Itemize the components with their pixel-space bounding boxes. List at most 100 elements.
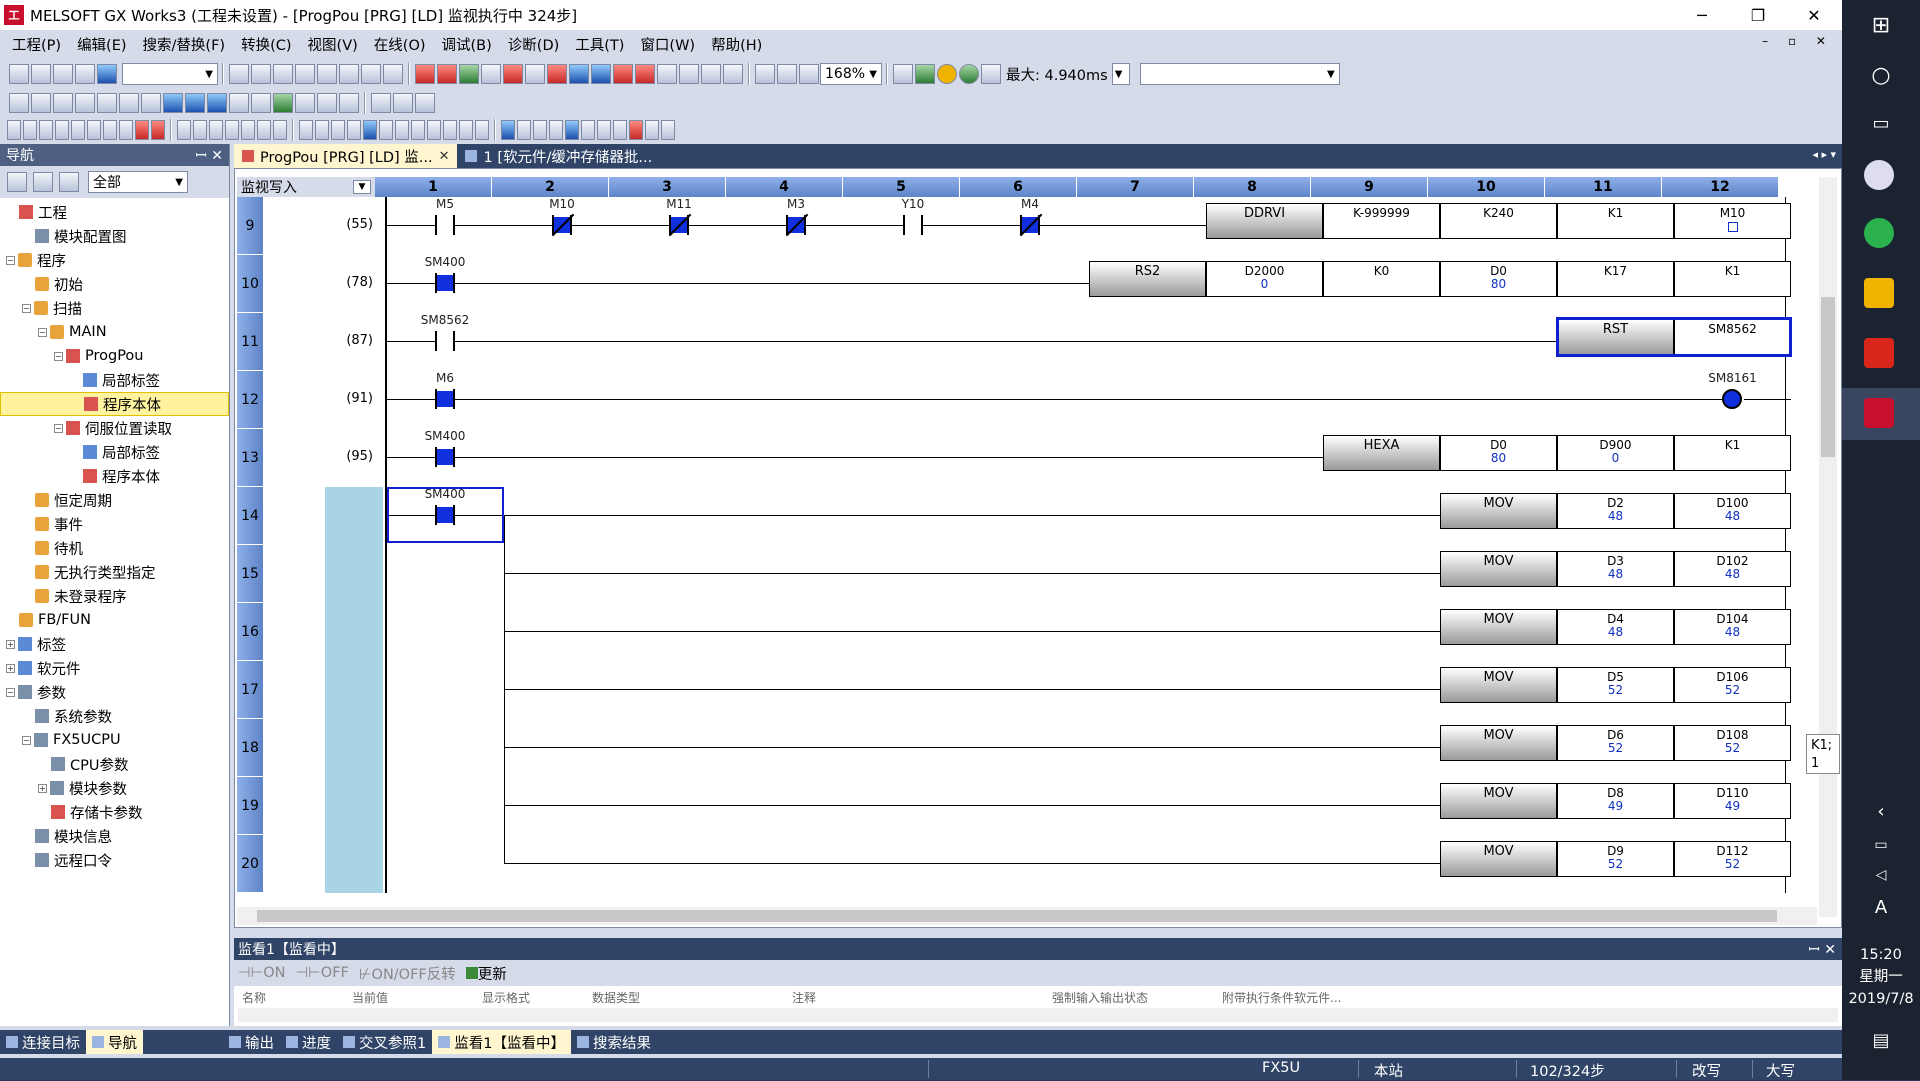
more-icon[interactable]	[661, 120, 675, 140]
print-icon[interactable]	[75, 64, 95, 84]
app-pinwheel-icon[interactable]	[1864, 160, 1894, 190]
tree-node[interactable]: 远程口令	[0, 848, 229, 872]
instruction-operand[interactable]: D4 48	[1557, 609, 1674, 645]
menu-search-replace[interactable]: 搜索/替换(F)	[135, 34, 234, 55]
clock[interactable]: 15:20 星期一 2019/7/8	[1842, 944, 1920, 1010]
collapse-icon[interactable]: −	[6, 687, 15, 697]
instruction-operand[interactable]: D5 52	[1557, 667, 1674, 703]
device-display-icon[interactable]	[185, 93, 205, 113]
chevron-left-icon[interactable]: ‹	[1866, 796, 1896, 826]
rung-number[interactable]: 10	[237, 255, 263, 313]
device-write-icon[interactable]	[569, 64, 589, 84]
watch-register-icon[interactable]	[613, 64, 633, 84]
instruction-operand[interactable]: D900 0	[1557, 435, 1674, 471]
menu-project[interactable]: 工程(P)	[4, 34, 69, 55]
tree-node[interactable]: 未登录程序	[0, 584, 229, 608]
instruction-operand[interactable]: M10	[1674, 203, 1791, 239]
close-button[interactable]: ✕	[1786, 0, 1842, 30]
instruction-name[interactable]: MOV	[1440, 841, 1557, 877]
collapse-icon[interactable]: −	[22, 303, 31, 313]
instruction-name[interactable]: DDRVI	[1206, 203, 1323, 239]
watch-on-button[interactable]: ⊣⊢ON	[238, 965, 286, 981]
run-icon[interactable]	[915, 64, 935, 84]
vertical-scroll-thumb[interactable]	[1821, 297, 1835, 457]
tree-node[interactable]: − FX5UCPU	[0, 728, 229, 752]
volume-icon[interactable]: ◁	[1866, 860, 1896, 890]
inline-st-icon[interactable]	[299, 120, 313, 140]
rung-number[interactable]: 16	[237, 603, 263, 661]
collapse-icon[interactable]: −	[22, 735, 31, 745]
menu-help[interactable]: 帮助(H)	[703, 34, 770, 55]
copy-icon[interactable]	[251, 64, 271, 84]
device-comment-icon[interactable]	[163, 93, 183, 113]
nav-view-icon[interactable]	[7, 172, 27, 192]
comment-icon[interactable]	[97, 93, 117, 113]
instruction-operand[interactable]: D104 48	[1674, 609, 1791, 645]
tree-node[interactable]: + 标签	[0, 632, 229, 656]
watch-pin-close[interactable]: ꟷ ✕	[1808, 940, 1836, 959]
cross-ref-icon[interactable]	[533, 120, 547, 140]
rung-number[interactable]: 15	[237, 545, 263, 603]
horizontal-scroll-thumb[interactable]	[257, 910, 1777, 922]
contact-or-icon[interactable]	[39, 120, 53, 140]
instruction-operand[interactable]: K1	[1674, 435, 1791, 471]
undo-icon[interactable]	[295, 64, 315, 84]
toolbar-combo[interactable]: ▼	[122, 63, 218, 85]
cortana-search-icon[interactable]: ○	[1866, 60, 1896, 90]
instruction-operand[interactable]: D108 52	[1674, 725, 1791, 761]
sampling-icon[interactable]	[613, 120, 627, 140]
new-file-icon[interactable]	[9, 64, 29, 84]
menu-window[interactable]: 窗口(W)	[632, 34, 703, 55]
replace-icon[interactable]	[361, 64, 381, 84]
delete-vline-icon[interactable]	[151, 120, 165, 140]
instruction-operand[interactable]: D100 48	[1674, 493, 1791, 529]
zoom-in-icon[interactable]	[755, 64, 775, 84]
watch-list-icon[interactable]	[597, 120, 611, 140]
bookmark-icon[interactable]	[363, 120, 377, 140]
watch-col-type[interactable]: 数据类型	[592, 989, 772, 1006]
op-result-rise-icon[interactable]	[257, 120, 271, 140]
instruction-name[interactable]: HEXA	[1323, 435, 1440, 471]
watch-col-value[interactable]: 当前值	[352, 989, 462, 1006]
instruction-operand[interactable]: D3 48	[1557, 551, 1674, 587]
minimize-button[interactable]: ─	[1674, 0, 1730, 30]
tab-close-icon[interactable]: ✕	[439, 149, 450, 164]
convert-icon[interactable]	[383, 64, 403, 84]
watch-update-button[interactable]: 更新	[465, 963, 507, 984]
tree-node[interactable]: − 扫描	[0, 296, 229, 320]
label-edit-icon[interactable]	[53, 93, 73, 113]
jump-icon[interactable]	[379, 120, 393, 140]
instruction-operand[interactable]: D8 49	[1557, 783, 1674, 819]
line-delete-icon[interactable]	[411, 120, 425, 140]
instruction-name[interactable]: MOV	[1440, 609, 1557, 645]
ladder-editor[interactable]: 监视写入 ▼ 1 2 3 4 5 6 7 8 9 10 11 12 9 (55) M5 M10 M11 M3 Y1…	[234, 168, 1842, 928]
device-find-icon[interactable]	[501, 120, 515, 140]
instruction-operand[interactable]: D0 80	[1440, 261, 1557, 297]
tab-output[interactable]: 输出	[223, 1032, 280, 1053]
tree-node[interactable]: 模块信息	[0, 824, 229, 848]
write-to-plc-icon[interactable]	[415, 64, 435, 84]
column-insert-icon[interactable]	[459, 120, 473, 140]
plc-status-icon[interactable]	[893, 64, 913, 84]
collapse-icon[interactable]: −	[38, 327, 47, 337]
instruction-name[interactable]: MOV	[1440, 667, 1557, 703]
rung-number[interactable]: 11	[237, 313, 263, 371]
tree-node[interactable]: 模块配置图	[0, 224, 229, 248]
toggle-icon[interactable]	[229, 93, 249, 113]
rung-number[interactable]: 20	[237, 835, 263, 893]
tree-node[interactable]: 初始	[0, 272, 229, 296]
collapse-icon[interactable]: −	[54, 351, 63, 361]
expand-icon[interactable]: +	[6, 639, 15, 649]
coil-on-icon[interactable]	[1722, 389, 1742, 409]
ime-icon[interactable]: A	[1866, 892, 1896, 922]
window-icon[interactable]	[415, 93, 435, 113]
maximize-button[interactable]: ❐	[1730, 0, 1786, 30]
fit-width-icon[interactable]	[799, 64, 819, 84]
module-config-icon[interactable]	[31, 93, 51, 113]
online-change-icon[interactable]	[525, 64, 545, 84]
contact-no-icon[interactable]	[7, 120, 21, 140]
menu-edit[interactable]: 编辑(E)	[69, 34, 134, 55]
hline-icon[interactable]	[103, 120, 117, 140]
nav-pin-close[interactable]: ꟷ ✕	[195, 146, 223, 165]
scan-time-dropdown[interactable]: ▼	[1111, 63, 1130, 85]
